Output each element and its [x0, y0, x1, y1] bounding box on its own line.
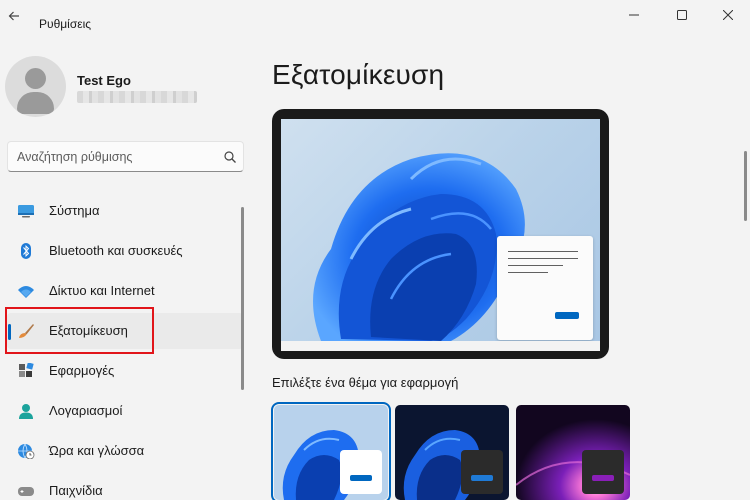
- preview-text-line: [508, 272, 548, 273]
- sidebar-item-label: Bluetooth και συσκευές: [49, 243, 183, 258]
- highlight-annotation-box: [5, 307, 154, 354]
- apps-icon: [19, 363, 34, 377]
- theme-card-glow[interactable]: [516, 405, 630, 500]
- close-icon: [723, 10, 733, 20]
- sidebar-item-label: Σύστημα: [49, 203, 100, 218]
- wifi-icon: [18, 286, 34, 298]
- title-bar: Ρυθμίσεις: [0, 0, 750, 32]
- theme-card-dark[interactable]: [395, 405, 509, 500]
- main-scrollbar[interactable]: [744, 151, 747, 221]
- sidebar-item-time-language[interactable]: Ώρα και γλώσσα: [7, 433, 243, 469]
- avatar-body-shape: [17, 92, 54, 114]
- sidebar-scrollbar[interactable]: [241, 207, 244, 390]
- preview-window: [497, 236, 593, 340]
- avatar-head-shape: [25, 68, 46, 89]
- sidebar-item-bluetooth[interactable]: Bluetooth και συσκευές: [7, 233, 243, 269]
- gamepad-icon: [18, 487, 34, 496]
- avatar[interactable]: [5, 56, 66, 117]
- bluetooth-icon: [21, 243, 31, 259]
- sidebar-item-label: Εφαρμογές: [49, 363, 115, 378]
- theme-window-chip: [582, 450, 624, 494]
- sidebar-item-label: Λογαριασμοί: [49, 403, 123, 418]
- preview-text-line: [508, 265, 563, 266]
- preview-text-line: [508, 258, 578, 259]
- sidebar-item-apps[interactable]: Εφαρμογές: [7, 353, 243, 389]
- globe-clock-icon: [18, 443, 35, 459]
- sidebar-item-label: Παιχνίδια: [49, 483, 103, 498]
- minimize-icon: [629, 14, 639, 16]
- sidebar-item-network[interactable]: Δίκτυο και Internet: [7, 273, 243, 309]
- close-button[interactable]: [706, 0, 750, 30]
- search-icon[interactable]: [223, 150, 237, 164]
- sidebar-item-accounts[interactable]: Λογαριασμοί: [7, 393, 243, 429]
- profile-name: Test Ego: [77, 73, 131, 88]
- page-title: Εξατομίκευση: [272, 59, 445, 90]
- preview-text-line: [508, 251, 578, 252]
- theme-card-light[interactable]: [271, 402, 391, 500]
- preview-accent-button: [555, 312, 579, 319]
- sidebar-item-label: Ώρα και γλώσσα: [49, 443, 145, 458]
- search-box[interactable]: [7, 141, 244, 172]
- arrow-left-icon: [8, 11, 19, 21]
- minimize-button[interactable]: [612, 0, 656, 30]
- theme-section-label: Επιλέξτε ένα θέμα για εφαρμογή: [272, 375, 459, 390]
- theme-accent-bar: [592, 475, 614, 481]
- person-icon: [19, 404, 33, 419]
- sidebar-item-gaming[interactable]: Παιχνίδια: [7, 473, 243, 500]
- theme-window-chip: [461, 450, 503, 494]
- theme-preview: [272, 109, 609, 359]
- preview-desktop: [281, 119, 600, 351]
- maximize-button[interactable]: [660, 0, 704, 30]
- theme-window-chip: [340, 450, 382, 494]
- search-input[interactable]: [17, 148, 217, 166]
- monitor-icon: [18, 205, 34, 218]
- profile-email-redacted: [77, 91, 197, 103]
- back-button[interactable]: [4, 6, 24, 26]
- theme-accent-bar: [350, 475, 372, 481]
- app-title: Ρυθμίσεις: [39, 17, 92, 31]
- sidebar-item-system[interactable]: Σύστημα: [7, 193, 243, 229]
- sidebar-item-label: Δίκτυο και Internet: [49, 283, 155, 298]
- maximize-icon: [677, 10, 687, 20]
- preview-taskbar: [281, 341, 600, 351]
- theme-accent-bar: [471, 475, 493, 481]
